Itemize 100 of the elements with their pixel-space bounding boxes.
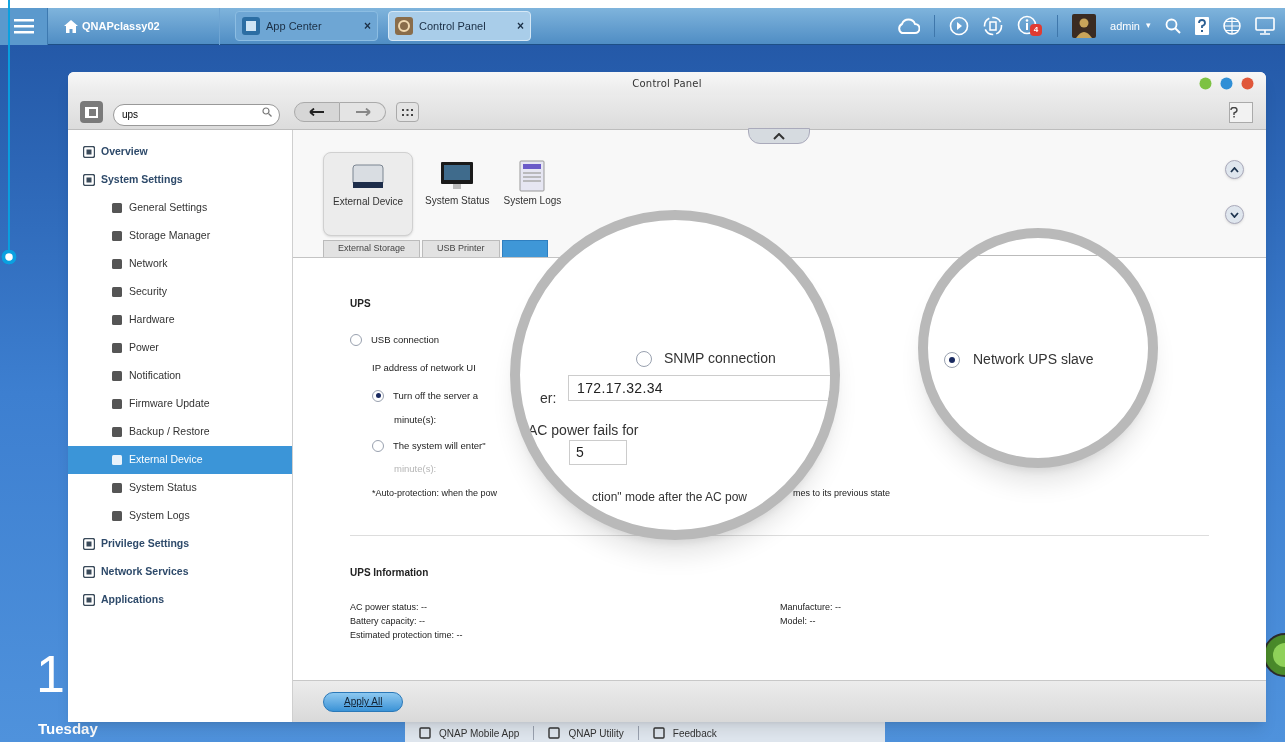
item-icon xyxy=(111,510,123,522)
sidebar-item[interactable]: System Logs xyxy=(68,502,292,530)
sidebar-item[interactable]: Security xyxy=(68,278,292,306)
sidebar-item[interactable]: Hardware xyxy=(68,306,292,334)
help-icon[interactable] xyxy=(1195,17,1209,35)
home-icon xyxy=(64,19,78,33)
sub-tab[interactable] xyxy=(501,240,548,257)
scroll-up-button[interactable] xyxy=(1225,160,1244,179)
minutes-field[interactable]: 5 xyxy=(569,440,627,465)
sidebar-item[interactable]: Power xyxy=(68,334,292,362)
item-icon xyxy=(111,482,123,494)
dock-item[interactable]: QNAP Utility xyxy=(534,726,639,740)
sidebar-toggle-button[interactable] xyxy=(80,101,103,123)
sidebar-item[interactable]: Network xyxy=(68,250,292,278)
close-button[interactable] xyxy=(1241,77,1254,90)
sidebar-item[interactable]: Overview xyxy=(68,138,292,166)
radio-button[interactable] xyxy=(372,389,384,402)
item-icon xyxy=(111,286,123,298)
radio-button[interactable] xyxy=(372,440,384,453)
sidebar-item[interactable]: Network Services xyxy=(68,558,292,586)
note-text: *Auto-protection: when the pow xyxy=(372,486,498,500)
panel-icon xyxy=(85,106,98,118)
section-title: UPS Information xyxy=(350,566,430,580)
item-icon xyxy=(111,342,123,354)
refresh-icon[interactable] xyxy=(983,16,1004,36)
dock-item[interactable]: Feedback xyxy=(638,726,731,740)
radio-label: USB connection xyxy=(371,333,440,347)
radio-button[interactable] xyxy=(944,351,960,368)
scroll-down-button[interactable] xyxy=(1225,205,1244,224)
app-icon xyxy=(395,17,413,35)
radio-button[interactable] xyxy=(636,350,652,367)
item-icon xyxy=(83,146,95,158)
item-icon xyxy=(111,370,123,382)
search-icon[interactable] xyxy=(1165,18,1181,34)
date-text: Tuesday xyxy=(38,719,98,739)
apply-all-button[interactable]: Apply All xyxy=(323,691,404,712)
avatar-icon[interactable] xyxy=(1072,14,1097,38)
app-shortcut[interactable]: System Status xyxy=(423,152,492,210)
search-icon xyxy=(262,107,272,117)
globe-icon[interactable] xyxy=(1223,17,1241,35)
question-icon xyxy=(1230,106,1238,118)
info-icon[interactable] xyxy=(1017,15,1038,35)
app-icon xyxy=(419,727,431,739)
close-icon[interactable]: × xyxy=(517,17,524,35)
sidebar-item[interactable]: System Settings xyxy=(68,166,292,194)
sub-tab[interactable]: External Storage xyxy=(323,240,421,257)
item-icon xyxy=(111,454,123,466)
sidebar-item[interactable]: Storage Manager xyxy=(68,222,292,250)
info-text: Model: -- xyxy=(780,615,817,628)
sidebar-item[interactable]: System Status xyxy=(68,474,292,502)
monitor-icon xyxy=(439,160,476,192)
radio-label: The system will enter" xyxy=(393,439,486,453)
note-text: mes to its previous state xyxy=(793,486,891,500)
sidebar-item[interactable]: Privilege Settings xyxy=(68,530,292,558)
apps-button[interactable] xyxy=(396,102,419,122)
app-shortcut[interactable]: System Logs xyxy=(501,152,564,210)
back-button[interactable] xyxy=(294,102,340,122)
app-icon xyxy=(548,727,561,739)
collapse-button[interactable] xyxy=(748,128,810,144)
sidebar-item[interactable]: Applications xyxy=(68,586,292,614)
app-icon xyxy=(242,17,260,35)
sub-tab[interactable]: USB Printer xyxy=(422,240,500,257)
radio-button[interactable] xyxy=(350,334,362,347)
app-tab[interactable]: App Center × xyxy=(235,11,378,41)
monitor-icon[interactable] xyxy=(1255,17,1275,35)
help-button[interactable] xyxy=(1229,101,1253,123)
caret-icon: ▾ xyxy=(1146,19,1151,33)
item-icon xyxy=(111,426,123,438)
search-field[interactable]: ups xyxy=(113,103,280,126)
maximize-button[interactable] xyxy=(1220,77,1233,90)
dock-item[interactable]: QNAP Mobile App xyxy=(405,726,535,740)
menu-button[interactable] xyxy=(0,7,48,45)
info-text: Battery capacity: -- xyxy=(350,615,427,628)
info-text: Estimated protection time: -- xyxy=(350,629,464,642)
sidebar-item[interactable]: Backup / Restore xyxy=(68,418,292,446)
chevron-up-icon xyxy=(1230,166,1239,173)
item-icon xyxy=(111,314,123,326)
sidebar-item[interactable]: Firmware Update xyxy=(68,390,292,418)
close-icon[interactable]: × xyxy=(364,17,371,35)
ip-address-field[interactable]: 172.17.32.34 xyxy=(568,375,830,401)
app-tab[interactable]: Control Panel × xyxy=(388,11,531,41)
play-icon[interactable] xyxy=(949,16,970,36)
chevron-up-icon xyxy=(773,132,785,140)
menu-icon xyxy=(13,18,34,34)
radio-label: Network UPS slave xyxy=(973,350,1094,369)
sidebar-item[interactable]: General Settings xyxy=(68,194,292,222)
app-icon xyxy=(652,727,665,739)
item-icon xyxy=(111,258,123,270)
field-label: er: xyxy=(540,389,557,408)
clock-text: 1 xyxy=(36,648,65,700)
radio-label: SNMP connection xyxy=(664,349,776,368)
app-shortcut[interactable]: External Device xyxy=(323,152,413,236)
arrow-right-icon xyxy=(354,108,371,116)
item-icon xyxy=(83,594,95,606)
cloud-icon[interactable] xyxy=(896,18,921,34)
unit-label: minute(s): xyxy=(394,412,438,427)
item-icon xyxy=(111,398,123,410)
sidebar-item[interactable]: Notification xyxy=(68,362,292,390)
grid-icon xyxy=(402,108,413,116)
radio-label: Turn off the server a xyxy=(393,388,478,403)
